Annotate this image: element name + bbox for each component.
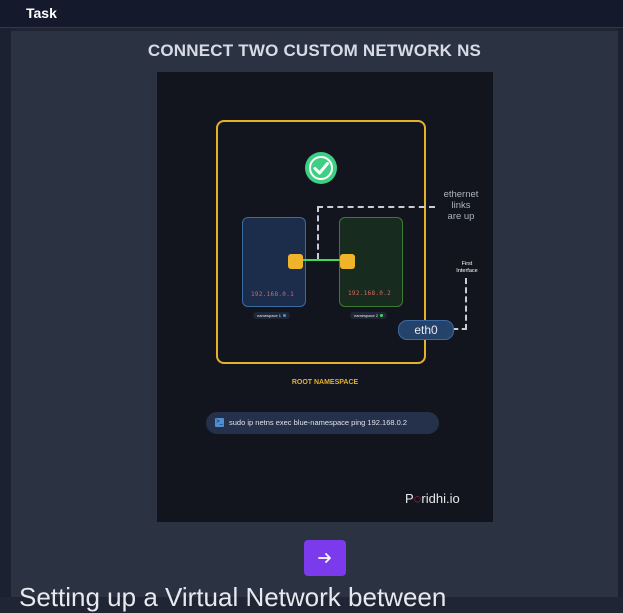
left-gutter	[0, 28, 11, 597]
check-circle-icon	[305, 152, 337, 184]
command-box: >_ sudo ip netns exec blue-namespace pin…	[206, 412, 439, 434]
first-interface-annotation: First Interface	[456, 261, 478, 274]
arrow-right-icon	[318, 553, 331, 563]
poridhi-logo: P◌ridhi.io	[405, 491, 460, 506]
eth0-interface-pill: eth0	[398, 320, 454, 340]
green-namespace-ip: 192.168.0.2	[348, 290, 392, 297]
task-title: CONNECT TWO CUSTOM NETWORK NS	[147, 41, 482, 60]
veth-port-green	[340, 254, 355, 269]
veth-port-blue	[288, 254, 303, 269]
terminal-icon: >_	[215, 418, 224, 427]
root-namespace-label: ROOT NAMESPACE	[291, 379, 359, 386]
interface-dashed-line	[453, 328, 467, 330]
right-gutter	[618, 28, 623, 597]
namespace-tag-blue: namespace 1	[253, 312, 291, 319]
interface-dashed-line	[465, 278, 467, 330]
command-text: sudo ip netns exec blue-namespace ping 1…	[229, 418, 408, 427]
annotation-dashed-line	[317, 206, 435, 208]
blue-namespace-ip: 192.168.0.1	[251, 291, 295, 298]
top-bar: Task	[0, 0, 623, 28]
task-header-title: Task	[26, 5, 57, 21]
next-button[interactable]	[304, 540, 346, 576]
ethernet-links-annotation: ethernet links are up	[443, 189, 479, 222]
annotation-dashed-line	[317, 206, 319, 259]
network-diagram-image: ethernet links are up 192.168.0.1 192.16…	[157, 72, 493, 522]
section-heading: Setting up a Virtual Network between	[19, 582, 447, 612]
task-panel: CONNECT TWO CUSTOM NETWORK NS ethernet l…	[11, 31, 618, 612]
namespace-tag-green: namespace 2	[350, 312, 388, 319]
